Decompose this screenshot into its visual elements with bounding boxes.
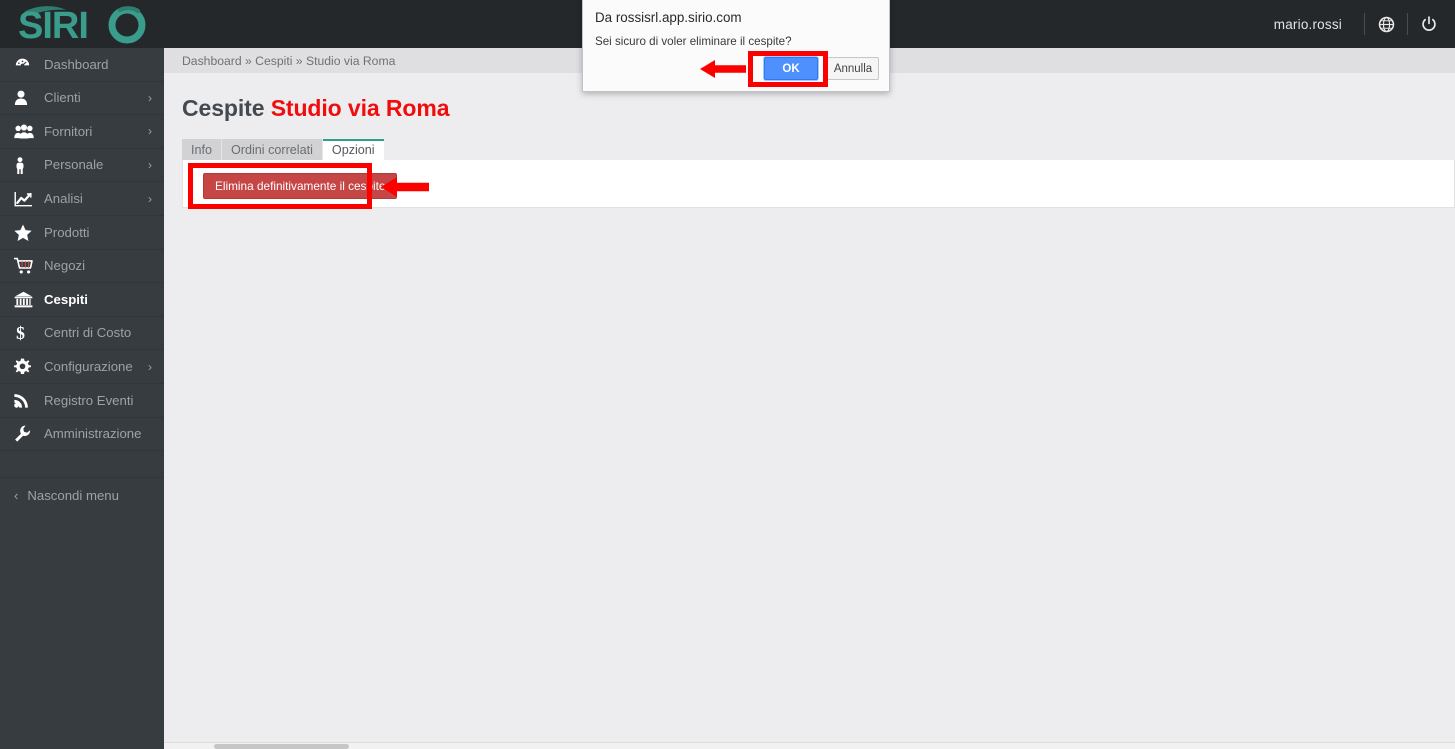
sidebar-item-label: Dashboard (44, 56, 109, 72)
sirio-logo-icon: SIRI (18, 5, 146, 46)
sidebar-item-label: Cespiti (44, 291, 88, 307)
sidebar-item-clienti[interactable]: Clienti › (0, 82, 164, 116)
sidebar-item-cespiti[interactable]: Cespiti (0, 283, 164, 317)
confirm-dialog: Da rossisrl.app.sirio.com Sei sicuro di … (582, 0, 890, 92)
dialog-title: Da rossisrl.app.sirio.com (595, 10, 742, 25)
sidebar-item-label: Fornitori (44, 123, 93, 139)
star-icon (14, 223, 38, 241)
dialog-ok-label: OK (782, 62, 800, 75)
horizontal-scrollbar[interactable] (164, 742, 1455, 749)
chevron-right-icon: › (148, 191, 152, 206)
power-icon[interactable] (1419, 14, 1439, 34)
gear-icon (14, 358, 38, 376)
sidebar-item-negozi[interactable]: Negozi (0, 250, 164, 284)
person-icon (14, 156, 38, 174)
app-root: SIRI mario.rossi Dashboard Clienti › For… (0, 0, 1455, 749)
svg-text:SIRI: SIRI (18, 5, 88, 46)
tab-info[interactable]: Info (182, 139, 223, 160)
tab-ordini-correlati[interactable]: Ordini correlati (222, 139, 323, 160)
page-title-highlight: Studio via Roma (270, 95, 450, 121)
username-label: mario.rossi (1273, 16, 1342, 32)
dollar-icon: $ (14, 324, 38, 342)
delete-asset-button-label: Elimina definitivamente il cespite (215, 179, 386, 193)
sidebar-item-label: Amministrazione (44, 426, 142, 442)
tab-label: Ordini correlati (231, 142, 313, 157)
tab-label: Opzioni (331, 142, 375, 157)
sidebar-item-label: Centri di Costo (44, 325, 132, 341)
chevron-right-icon: › (148, 124, 152, 139)
horizontal-scrollbar-thumb[interactable] (214, 744, 349, 749)
sidebar-item-label: Configurazione (44, 359, 133, 375)
divider (1407, 13, 1408, 35)
sidebar-spacer (0, 451, 164, 479)
chevron-right-icon: › (148, 359, 152, 374)
sidebar-item-fornitori[interactable]: Fornitori › (0, 115, 164, 149)
delete-asset-button[interactable]: Elimina definitivamente il cespite (203, 173, 398, 199)
sidebar-item-label: Negozi (44, 258, 86, 274)
top-bar-right: mario.rossi (1274, 0, 1455, 48)
sidebar-item-configurazione[interactable]: Configurazione › (0, 350, 164, 384)
tab-opzioni[interactable]: Opzioni (322, 139, 384, 160)
sidebar-collapse-button[interactable]: ‹ Nascondi menu (0, 478, 164, 512)
dialog-actions: OK Annulla (764, 57, 879, 80)
sidebar-item-label: Analisi (44, 191, 83, 207)
dialog-cancel-button[interactable]: Annulla (827, 57, 879, 80)
sidebar-item-centri-di-costo[interactable]: $ Centri di Costo (0, 317, 164, 351)
page-title-prefix: Cespite (182, 95, 265, 121)
svg-text:$: $ (16, 324, 25, 342)
sidebar-item-personale[interactable]: Personale › (0, 149, 164, 183)
globe-icon[interactable] (1376, 14, 1396, 34)
chevron-left-icon: ‹ (14, 487, 19, 503)
tab-label: Info (191, 142, 213, 157)
main-content: Dashboard » Cespiti » Studio via Roma Ce… (164, 48, 1455, 749)
sidebar-item-label: Clienti (44, 90, 81, 106)
sidebar-item-label: Personale (44, 157, 104, 173)
rss-icon (14, 391, 38, 409)
dialog-message: Sei sicuro di voler eliminare il cespite… (595, 35, 792, 48)
sidebar-collapse-label: Nascondi menu (27, 487, 119, 503)
sidebar-item-label: Registro Eventi (44, 392, 134, 408)
dialog-ok-button[interactable]: OK (764, 57, 818, 80)
chevron-right-icon: › (148, 90, 152, 105)
bank-icon (14, 290, 38, 308)
users-group-icon (14, 122, 38, 140)
line-chart-icon (14, 190, 38, 208)
sidebar-item-amministrazione[interactable]: Amministrazione (0, 418, 164, 452)
divider (1364, 13, 1365, 35)
sidebar-item-registro-eventi[interactable]: Registro Eventi (0, 384, 164, 418)
app-logo[interactable]: SIRI (0, 0, 164, 48)
sidebar-item-dashboard[interactable]: Dashboard (0, 48, 164, 82)
shopping-cart-icon (14, 257, 38, 275)
dialog-cancel-label: Annulla (833, 62, 873, 75)
user-icon (14, 89, 38, 107)
wrench-icon (14, 425, 38, 443)
sidebar-item-label: Prodotti (44, 224, 90, 240)
sidebar-item-analisi[interactable]: Analisi › (0, 182, 164, 216)
chevron-right-icon: › (148, 158, 152, 173)
dashboard-icon (14, 55, 38, 73)
tab-bar: Info Ordini correlati Opzioni (164, 138, 1455, 160)
sidebar-item-prodotti[interactable]: Prodotti (0, 216, 164, 250)
sidebar: Dashboard Clienti › Fornitori › Personal… (0, 48, 164, 749)
